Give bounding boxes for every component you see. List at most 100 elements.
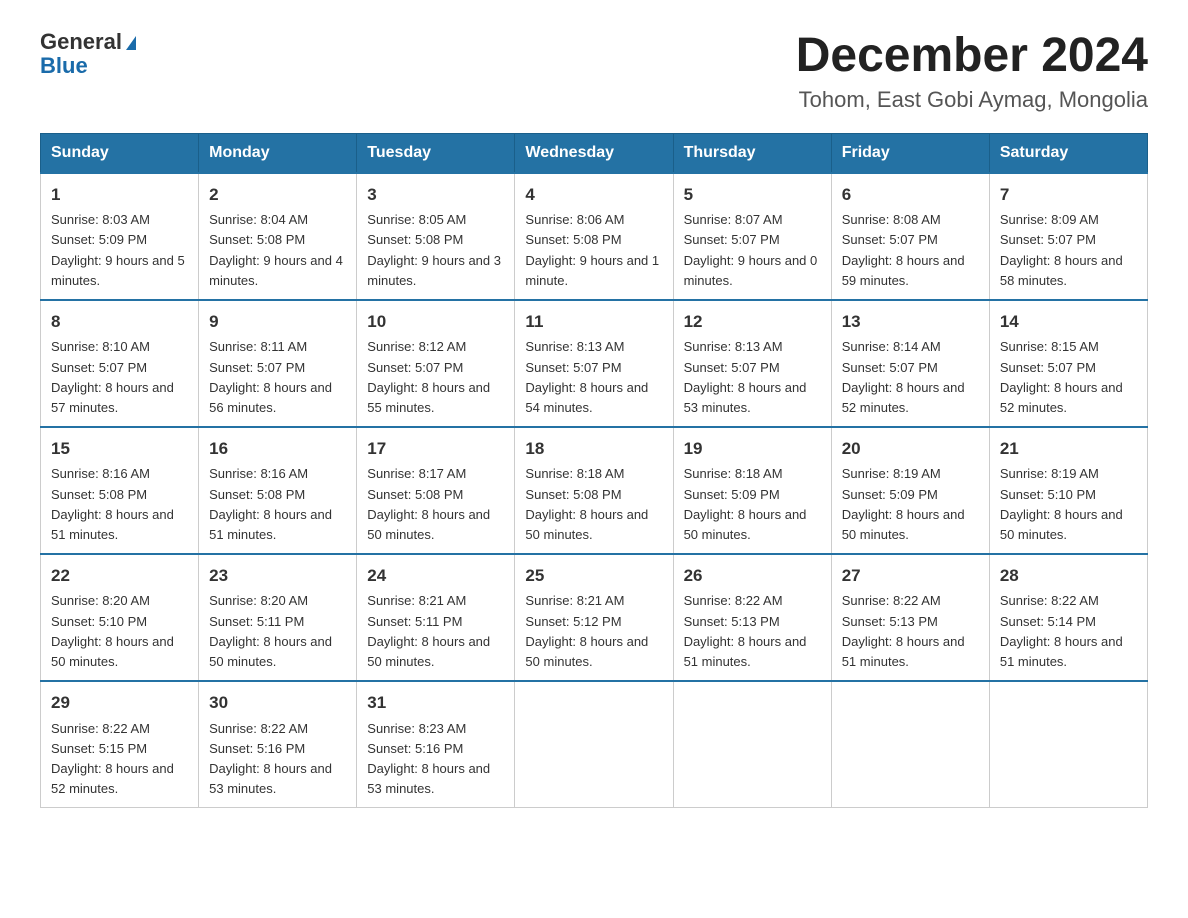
logo-general-text: General xyxy=(40,29,122,54)
day-number: 16 xyxy=(209,436,346,462)
day-number: 13 xyxy=(842,309,979,335)
day-number: 4 xyxy=(525,182,662,208)
calendar-cell: 10Sunrise: 8:12 AMSunset: 5:07 PMDayligh… xyxy=(357,300,515,427)
calendar-cell: 14Sunrise: 8:15 AMSunset: 5:07 PMDayligh… xyxy=(989,300,1147,427)
day-number: 21 xyxy=(1000,436,1137,462)
calendar-cell xyxy=(831,681,989,808)
calendar-cell: 12Sunrise: 8:13 AMSunset: 5:07 PMDayligh… xyxy=(673,300,831,427)
calendar-header-row: SundayMondayTuesdayWednesdayThursdayFrid… xyxy=(41,133,1148,173)
day-number: 22 xyxy=(51,563,188,589)
calendar-cell xyxy=(673,681,831,808)
day-info: Sunrise: 8:18 AMSunset: 5:08 PMDaylight:… xyxy=(525,464,662,545)
day-number: 5 xyxy=(684,182,821,208)
day-info: Sunrise: 8:03 AMSunset: 5:09 PMDaylight:… xyxy=(51,210,188,291)
day-number: 3 xyxy=(367,182,504,208)
calendar-cell: 15Sunrise: 8:16 AMSunset: 5:08 PMDayligh… xyxy=(41,427,199,554)
calendar-week-3: 15Sunrise: 8:16 AMSunset: 5:08 PMDayligh… xyxy=(41,427,1148,554)
calendar-cell: 19Sunrise: 8:18 AMSunset: 5:09 PMDayligh… xyxy=(673,427,831,554)
calendar-subtitle: Tohom, East Gobi Aymag, Mongolia xyxy=(796,87,1148,113)
day-number: 15 xyxy=(51,436,188,462)
day-info: Sunrise: 8:05 AMSunset: 5:08 PMDaylight:… xyxy=(367,210,504,291)
day-info: Sunrise: 8:07 AMSunset: 5:07 PMDaylight:… xyxy=(684,210,821,291)
logo-triangle-icon xyxy=(126,36,136,50)
calendar-cell: 3Sunrise: 8:05 AMSunset: 5:08 PMDaylight… xyxy=(357,173,515,300)
calendar-cell: 23Sunrise: 8:20 AMSunset: 5:11 PMDayligh… xyxy=(199,554,357,681)
calendar-cell: 24Sunrise: 8:21 AMSunset: 5:11 PMDayligh… xyxy=(357,554,515,681)
day-info: Sunrise: 8:17 AMSunset: 5:08 PMDaylight:… xyxy=(367,464,504,545)
calendar-cell: 20Sunrise: 8:19 AMSunset: 5:09 PMDayligh… xyxy=(831,427,989,554)
calendar-title: December 2024 xyxy=(796,30,1148,83)
calendar-cell: 8Sunrise: 8:10 AMSunset: 5:07 PMDaylight… xyxy=(41,300,199,427)
calendar-cell xyxy=(989,681,1147,808)
day-info: Sunrise: 8:13 AMSunset: 5:07 PMDaylight:… xyxy=(525,337,662,418)
header-thursday: Thursday xyxy=(673,133,831,173)
header-monday: Monday xyxy=(199,133,357,173)
day-info: Sunrise: 8:20 AMSunset: 5:10 PMDaylight:… xyxy=(51,591,188,672)
calendar-cell: 27Sunrise: 8:22 AMSunset: 5:13 PMDayligh… xyxy=(831,554,989,681)
logo: General Blue xyxy=(40,30,136,78)
day-info: Sunrise: 8:19 AMSunset: 5:09 PMDaylight:… xyxy=(842,464,979,545)
day-info: Sunrise: 8:04 AMSunset: 5:08 PMDaylight:… xyxy=(209,210,346,291)
calendar-cell: 2Sunrise: 8:04 AMSunset: 5:08 PMDaylight… xyxy=(199,173,357,300)
calendar-table: SundayMondayTuesdayWednesdayThursdayFrid… xyxy=(40,133,1148,808)
calendar-cell: 25Sunrise: 8:21 AMSunset: 5:12 PMDayligh… xyxy=(515,554,673,681)
calendar-cell: 26Sunrise: 8:22 AMSunset: 5:13 PMDayligh… xyxy=(673,554,831,681)
day-number: 11 xyxy=(525,309,662,335)
day-info: Sunrise: 8:23 AMSunset: 5:16 PMDaylight:… xyxy=(367,719,504,800)
day-number: 28 xyxy=(1000,563,1137,589)
header-sunday: Sunday xyxy=(41,133,199,173)
day-number: 23 xyxy=(209,563,346,589)
day-info: Sunrise: 8:21 AMSunset: 5:12 PMDaylight:… xyxy=(525,591,662,672)
calendar-cell: 7Sunrise: 8:09 AMSunset: 5:07 PMDaylight… xyxy=(989,173,1147,300)
day-number: 30 xyxy=(209,690,346,716)
logo-blue-text: Blue xyxy=(40,53,88,78)
day-number: 9 xyxy=(209,309,346,335)
calendar-cell: 4Sunrise: 8:06 AMSunset: 5:08 PMDaylight… xyxy=(515,173,673,300)
header-saturday: Saturday xyxy=(989,133,1147,173)
day-info: Sunrise: 8:19 AMSunset: 5:10 PMDaylight:… xyxy=(1000,464,1137,545)
day-info: Sunrise: 8:21 AMSunset: 5:11 PMDaylight:… xyxy=(367,591,504,672)
calendar-cell: 31 Sunrise: 8:23 AMSunset: 5:16 PMDayligh… xyxy=(357,681,515,808)
calendar-cell: 22Sunrise: 8:20 AMSunset: 5:10 PMDayligh… xyxy=(41,554,199,681)
day-info: Sunrise: 8:15 AMSunset: 5:07 PMDaylight:… xyxy=(1000,337,1137,418)
day-info: Sunrise: 8:22 AMSunset: 5:16 PMDaylight:… xyxy=(209,719,346,800)
day-info: Sunrise: 8:20 AMSunset: 5:11 PMDaylight:… xyxy=(209,591,346,672)
day-info: Sunrise: 8:16 AMSunset: 5:08 PMDaylight:… xyxy=(209,464,346,545)
calendar-cell: 1Sunrise: 8:03 AMSunset: 5:09 PMDaylight… xyxy=(41,173,199,300)
calendar-cell: 6Sunrise: 8:08 AMSunset: 5:07 PMDaylight… xyxy=(831,173,989,300)
calendar-cell: 9Sunrise: 8:11 AMSunset: 5:07 PMDaylight… xyxy=(199,300,357,427)
day-info: Sunrise: 8:10 AMSunset: 5:07 PMDaylight:… xyxy=(51,337,188,418)
day-info: Sunrise: 8:22 AMSunset: 5:13 PMDaylight:… xyxy=(842,591,979,672)
day-number: 18 xyxy=(525,436,662,462)
day-number: 31 xyxy=(367,690,504,716)
day-number: 17 xyxy=(367,436,504,462)
title-section: December 2024 Tohom, East Gobi Aymag, Mo… xyxy=(796,30,1148,113)
day-number: 26 xyxy=(684,563,821,589)
calendar-cell: 16Sunrise: 8:16 AMSunset: 5:08 PMDayligh… xyxy=(199,427,357,554)
calendar-cell: 5Sunrise: 8:07 AMSunset: 5:07 PMDaylight… xyxy=(673,173,831,300)
day-info: Sunrise: 8:09 AMSunset: 5:07 PMDaylight:… xyxy=(1000,210,1137,291)
day-number: 10 xyxy=(367,309,504,335)
day-number: 27 xyxy=(842,563,979,589)
day-number: 25 xyxy=(525,563,662,589)
calendar-week-4: 22Sunrise: 8:20 AMSunset: 5:10 PMDayligh… xyxy=(41,554,1148,681)
calendar-cell: 11Sunrise: 8:13 AMSunset: 5:07 PMDayligh… xyxy=(515,300,673,427)
calendar-cell xyxy=(515,681,673,808)
day-number: 19 xyxy=(684,436,821,462)
calendar-cell: 18Sunrise: 8:18 AMSunset: 5:08 PMDayligh… xyxy=(515,427,673,554)
day-number: 20 xyxy=(842,436,979,462)
calendar-cell: 30 Sunrise: 8:22 AMSunset: 5:16 PMDayligh… xyxy=(199,681,357,808)
day-info: Sunrise: 8:18 AMSunset: 5:09 PMDaylight:… xyxy=(684,464,821,545)
day-info: Sunrise: 8:22 AMSunset: 5:13 PMDaylight:… xyxy=(684,591,821,672)
day-info: Sunrise: 8:12 AMSunset: 5:07 PMDaylight:… xyxy=(367,337,504,418)
day-number: 12 xyxy=(684,309,821,335)
day-info: Sunrise: 8:22 AMSunset: 5:14 PMDaylight:… xyxy=(1000,591,1137,672)
day-number: 24 xyxy=(367,563,504,589)
day-info: Sunrise: 8:16 AMSunset: 5:08 PMDaylight:… xyxy=(51,464,188,545)
day-number: 29 xyxy=(51,690,188,716)
day-info: Sunrise: 8:06 AMSunset: 5:08 PMDaylight:… xyxy=(525,210,662,291)
header-tuesday: Tuesday xyxy=(357,133,515,173)
day-info: Sunrise: 8:08 AMSunset: 5:07 PMDaylight:… xyxy=(842,210,979,291)
calendar-cell: 28Sunrise: 8:22 AMSunset: 5:14 PMDayligh… xyxy=(989,554,1147,681)
calendar-cell: 29Sunrise: 8:22 AMSunset: 5:15 PMDayligh… xyxy=(41,681,199,808)
